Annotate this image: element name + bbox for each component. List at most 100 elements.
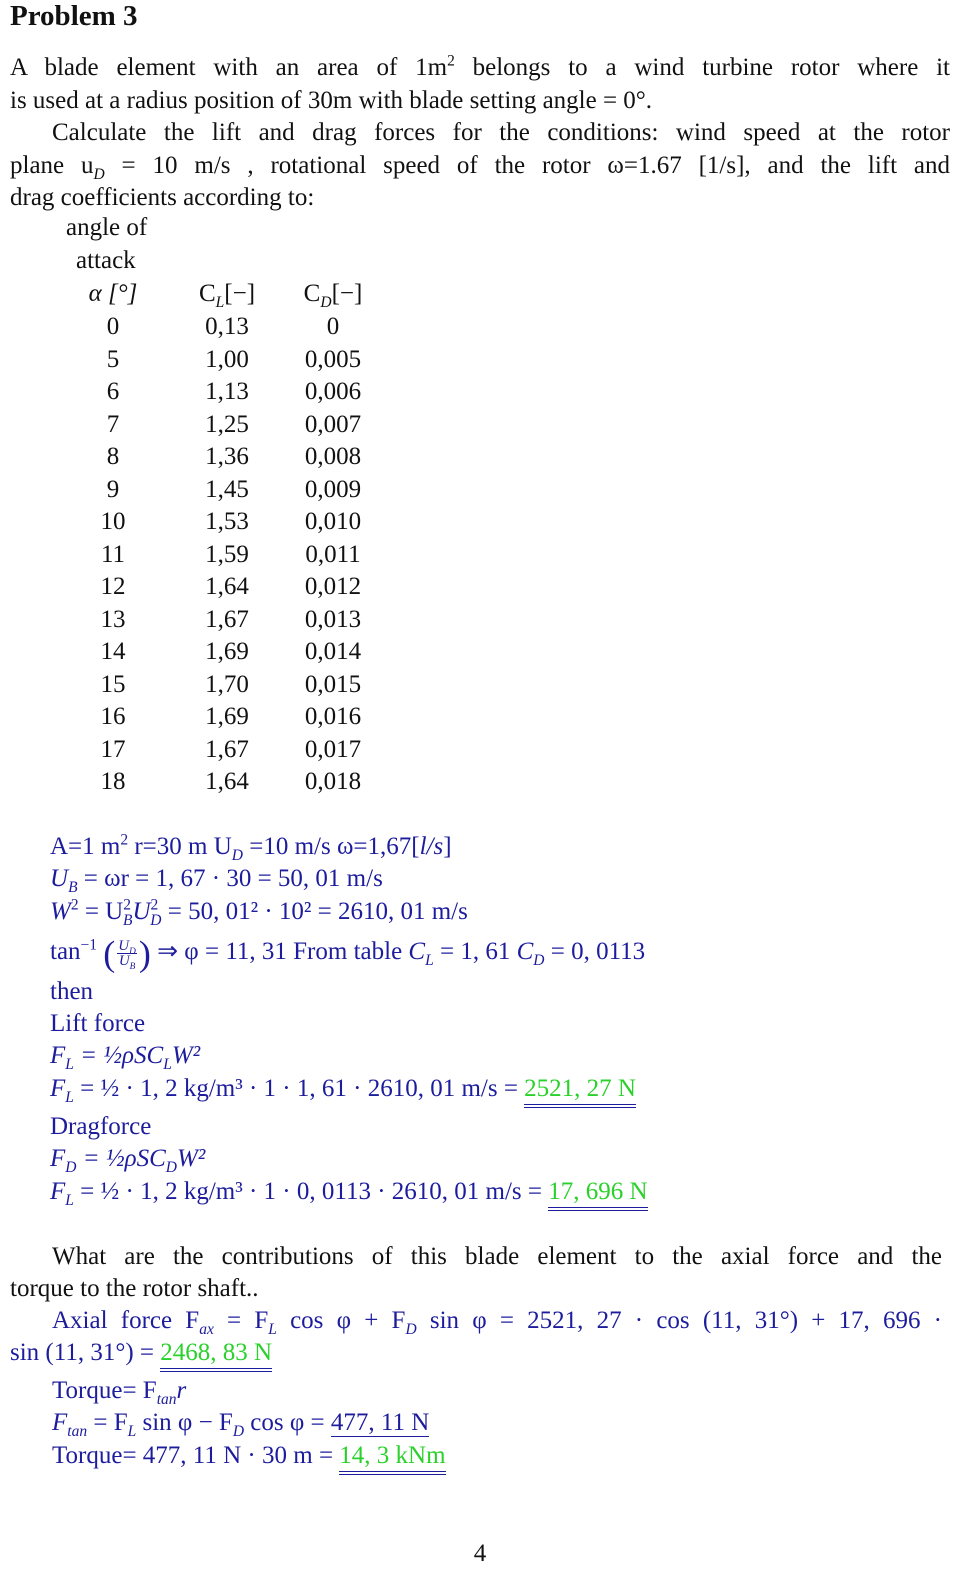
torque-result: 14, 3 kNm	[339, 1443, 446, 1475]
cell-cl: 1,36	[205, 443, 249, 470]
text: W²	[171, 1042, 201, 1069]
cell-cd: 0,007	[304, 410, 362, 438]
subscript: D	[93, 166, 105, 183]
cell-cl: 1,69	[205, 703, 249, 730]
question-2-line-2: torque to the rotor shaft..	[10, 1275, 259, 1302]
text: Axial force F	[52, 1307, 200, 1334]
text: F	[50, 1145, 66, 1172]
tangential-force-equation: Ftan = FL sin φ − FD cos φ = 477, 11 N	[52, 1407, 430, 1440]
subscript: D	[232, 1423, 245, 1440]
superscript: 2	[447, 52, 455, 70]
subscript: B	[68, 879, 78, 896]
text: = 0, 0113	[544, 938, 646, 965]
lift-formula: FL = ½ρSCLW²	[50, 1040, 200, 1072]
cell-cl: 1,67	[205, 605, 249, 633]
cell-cd: 0,008	[304, 443, 362, 470]
subscript: tan	[67, 1423, 88, 1440]
table-header-line-2: attack	[76, 247, 136, 274]
text: =10 m/s ω=1,67[	[243, 833, 420, 860]
subscript: ax	[199, 1321, 214, 1338]
superscript: −1	[80, 936, 98, 954]
cell-cl: 1,53	[205, 508, 249, 535]
cell-cd: 0,012	[304, 573, 362, 600]
cell-cl: 1,13	[205, 378, 249, 405]
then-label: then	[50, 978, 94, 1005]
cell-alpha: 11	[100, 540, 126, 568]
text: cos φ + F	[276, 1307, 406, 1334]
subscript: L	[425, 952, 434, 969]
cell-alpha: 10	[100, 508, 126, 535]
drag-force-result: 17, 696 N	[548, 1179, 648, 1211]
document-page: Problem 3 A blade element with an area o…	[0, 0, 960, 1586]
text: sin φ − F	[136, 1409, 233, 1436]
text: W²	[176, 1145, 206, 1172]
cell-cd: 0,009	[304, 475, 362, 503]
cell-alpha: 13	[100, 605, 126, 633]
cell-cd: 0,011	[305, 540, 361, 568]
cell-cl: 1,64	[205, 573, 249, 600]
cell-cl: 1,64	[205, 768, 249, 795]
cell-cl: 1,25	[205, 410, 249, 438]
cell-alpha: 8	[106, 443, 120, 470]
cell-cd: 0,017	[304, 735, 362, 763]
text: = ½ρSC	[76, 1145, 166, 1172]
text: = ½ · 1, 2 kg/m³ · 1 · 1, 61 · 2610, 01 …	[73, 1075, 525, 1102]
column-header-alpha: α [°]	[68, 278, 158, 310]
drag-calculation: FL = ½ · 1, 2 kg/m³ · 1 · 0, 0113 · 2610…	[50, 1176, 648, 1211]
cell-cd: 0,016	[304, 703, 362, 730]
velocity-ratio-fraction: UD UB	[117, 938, 137, 971]
text: belongs to a wind turbine rotor where it	[454, 54, 950, 81]
problem-title: Problem 3	[10, 0, 138, 32]
blade-speed-equation: UB = ωr = 1, 67 · 30 = 50, 01 m/s	[50, 863, 383, 895]
cell-cd: 0,018	[304, 768, 362, 795]
text: W	[50, 898, 71, 925]
torque-definition: Torque= Ftanr	[52, 1375, 186, 1407]
cell-cd: 0,006	[304, 378, 362, 405]
cell-alpha: 9	[106, 475, 120, 503]
question-2-line-1: What are the contributions of this blade…	[52, 1243, 942, 1270]
text: U	[50, 865, 69, 892]
tangential-force-result: 477, 11 N	[330, 1409, 430, 1437]
cell-alpha: 12	[100, 573, 126, 600]
text: [−]	[331, 280, 363, 307]
text: C	[408, 938, 426, 965]
text: = ½ · 1, 2 kg/m³ · 1 · 0, 0113 · 2610, 0…	[73, 1178, 549, 1205]
subscript: tan	[156, 1391, 177, 1408]
cell-cl: 1,70	[205, 670, 249, 698]
subscript: L	[65, 1089, 74, 1106]
axial-force-equation: Axial force Fax = FL cos φ + FD sin φ = …	[52, 1305, 942, 1337]
text: ]	[443, 833, 452, 860]
text: sin (11, 31°) =	[10, 1339, 161, 1366]
text: l/s	[419, 833, 444, 860]
subscript: L	[268, 1321, 277, 1338]
text: r	[176, 1377, 187, 1404]
cell-cl: 1,67	[205, 735, 249, 763]
cell-alpha: 0	[106, 313, 120, 340]
page-number: 4	[473, 1540, 487, 1567]
text: Torque= 477, 11 N · 30 m =	[52, 1442, 340, 1469]
cell-cd: 0,005	[304, 345, 362, 373]
text: ⇒ φ = 11, 31 From table	[150, 938, 409, 965]
text: = F	[87, 1409, 128, 1436]
drag-formula: FD = ½ρSCDW²	[50, 1143, 205, 1175]
problem-text-line-3: Calculate the lift and drag forces for t…	[52, 119, 950, 146]
axial-force-result: 2468, 83 N	[160, 1340, 273, 1372]
text: C	[516, 938, 534, 965]
text: C	[198, 280, 216, 307]
problem-text-line-1: A blade element with an area of 1m2 belo…	[10, 52, 950, 84]
text: plane u	[10, 152, 94, 179]
cell-cd: 0	[326, 313, 340, 340]
cell-cd: 0,013	[304, 605, 362, 633]
text: C	[303, 280, 321, 307]
text: = ½ρSC	[73, 1042, 164, 1069]
lift-force-heading: Lift force	[50, 1010, 146, 1037]
cell-alpha: 7	[106, 410, 120, 438]
table-header-line-1: angle of	[66, 214, 148, 241]
cell-cd: 0,010	[304, 508, 362, 535]
cell-cd: 0,015	[304, 670, 362, 698]
subscript: B	[129, 961, 136, 972]
text: U	[118, 952, 130, 969]
subscript: L	[163, 1056, 172, 1073]
text: = U	[78, 898, 124, 925]
cell-cl: 1,00	[205, 345, 249, 373]
